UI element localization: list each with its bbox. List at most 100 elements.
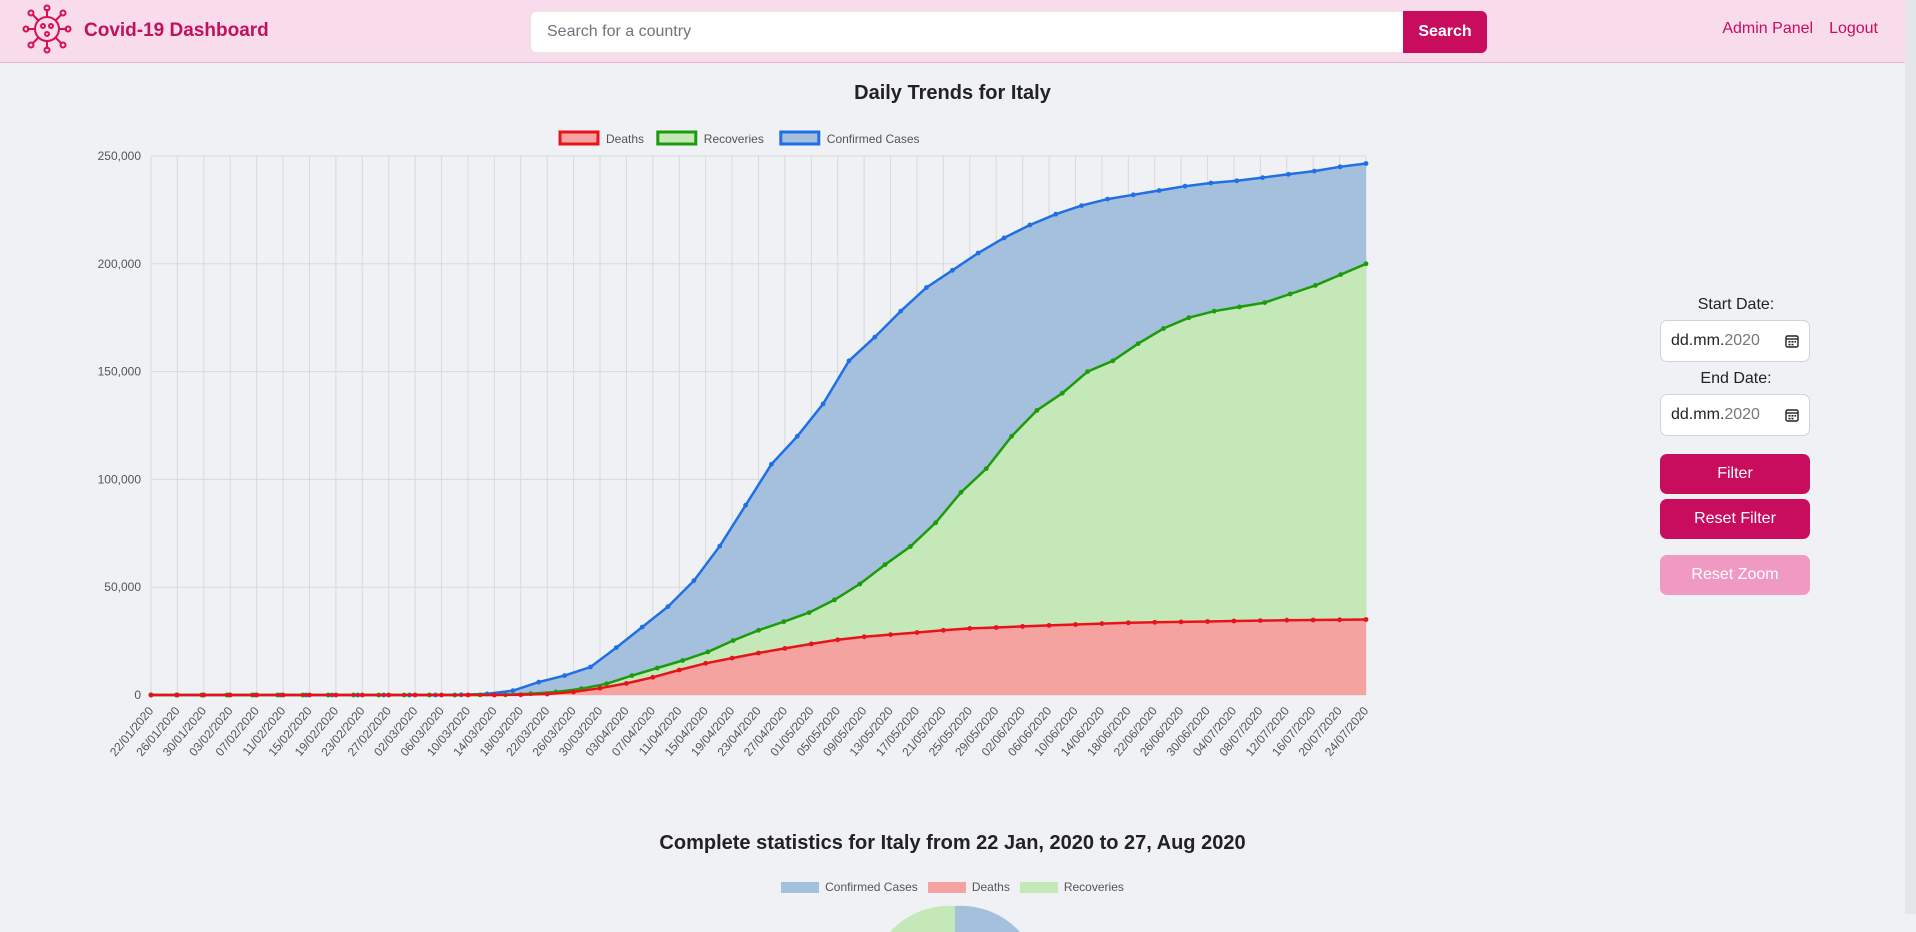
- data-point: [665, 604, 671, 609]
- pie-legend: Confirmed Cases Deaths Recoveries: [0, 880, 1905, 894]
- data-point: [924, 285, 929, 290]
- pie-chart[interactable]: [880, 902, 1030, 932]
- data-point: [835, 637, 841, 643]
- chart-legend-item[interactable]: Confirmed Cases: [779, 130, 920, 146]
- data-point: [1286, 171, 1291, 177]
- data-point: [280, 692, 286, 698]
- data-point: [794, 433, 800, 439]
- calendar-icon[interactable]: [1785, 334, 1799, 348]
- data-point: [518, 692, 524, 698]
- data-point: [983, 466, 989, 471]
- data-point: [782, 646, 788, 651]
- legend-label: Confirmed Cases: [825, 880, 918, 894]
- data-point: [536, 679, 542, 685]
- legend-label: Recoveries: [704, 132, 764, 146]
- data-point: [1110, 358, 1116, 364]
- nav-links: Admin Panel Logout: [1722, 20, 1878, 38]
- data-point: [730, 638, 736, 643]
- data-point: [510, 688, 516, 694]
- data-point: [492, 692, 497, 698]
- brand-title: Covid-19 Dashboard: [84, 20, 269, 41]
- data-point: [439, 692, 444, 698]
- data-point: [571, 689, 576, 695]
- data-point: [1053, 211, 1059, 217]
- data-point: [1260, 175, 1265, 180]
- data-point: [1262, 300, 1268, 305]
- data-point: [888, 632, 893, 637]
- data-point: [967, 626, 973, 631]
- data-point: [756, 627, 761, 633]
- legend-label: Recoveries: [1063, 880, 1124, 894]
- data-point: [857, 581, 863, 587]
- data-point: [1234, 178, 1240, 184]
- search-bar: Search: [530, 11, 1487, 53]
- data-point: [861, 634, 867, 640]
- data-point: [1059, 390, 1065, 396]
- y-tick-label: 200,000: [98, 257, 142, 271]
- pie-legend-item[interactable]: Deaths: [927, 880, 1010, 894]
- data-point: [1231, 618, 1237, 624]
- data-point: [613, 645, 619, 650]
- data-point: [465, 692, 471, 698]
- data-point: [1020, 624, 1025, 629]
- data-point: [1135, 341, 1141, 346]
- data-point: [832, 597, 837, 603]
- data-point: [908, 544, 913, 549]
- data-point: [254, 692, 260, 698]
- admin-panel-link[interactable]: Admin Panel: [1722, 20, 1813, 38]
- data-point: [148, 692, 154, 698]
- chart-legend-item[interactable]: Deaths: [558, 130, 644, 146]
- data-point: [624, 681, 629, 686]
- data-point: [872, 334, 878, 340]
- reset-zoom-button[interactable]: Reset Zoom: [1660, 555, 1810, 595]
- data-point: [1105, 196, 1110, 202]
- data-point: [941, 627, 946, 633]
- data-point: [898, 308, 904, 314]
- data-point: [676, 667, 682, 673]
- logout-link[interactable]: Logout: [1829, 20, 1878, 38]
- filter-button[interactable]: Filter: [1660, 454, 1810, 494]
- search-button[interactable]: Search: [1403, 11, 1487, 53]
- daily-trends-chart[interactable]: 050,000100,000150,000200,000250,00022/01…: [0, 118, 1400, 778]
- data-point: [1034, 408, 1040, 413]
- data-point: [781, 619, 787, 625]
- data-point: [705, 649, 711, 655]
- start-date-input[interactable]: dd.mm.2020: [1660, 320, 1810, 362]
- data-point: [1079, 203, 1084, 208]
- data-point: [680, 658, 685, 663]
- legend-swatch: [558, 130, 600, 146]
- legend-swatch: [656, 130, 698, 146]
- calendar-icon[interactable]: [1785, 408, 1799, 422]
- data-point: [1161, 326, 1166, 331]
- page-scrollbar[interactable]: [1905, 0, 1916, 914]
- brand[interactable]: Covid-19 Dashboard: [22, 4, 269, 56]
- stats-title: Complete statistics for Italy from 22 Ja…: [659, 832, 1246, 854]
- y-tick-label: 100,000: [98, 472, 142, 486]
- data-point: [729, 655, 735, 661]
- data-point: [1237, 304, 1242, 310]
- data-point: [933, 520, 939, 526]
- end-date-input[interactable]: dd.mm.2020: [1660, 394, 1810, 436]
- data-point: [1310, 617, 1316, 623]
- data-point: [1186, 315, 1192, 321]
- data-point: [1211, 308, 1217, 314]
- chart-legend-item[interactable]: Recoveries: [656, 130, 764, 146]
- search-input[interactable]: [530, 11, 1403, 53]
- data-point: [914, 630, 920, 635]
- data-point: [1338, 272, 1344, 277]
- start-date-mask: dd.mm.: [1671, 332, 1725, 349]
- data-point: [717, 543, 723, 549]
- data-point: [769, 461, 774, 467]
- data-point: [1284, 617, 1290, 623]
- data-point: [806, 610, 812, 615]
- data-point: [333, 692, 339, 698]
- data-point: [743, 502, 748, 508]
- y-tick-label: 150,000: [98, 365, 142, 379]
- start-date-year: 2020: [1724, 332, 1760, 349]
- data-point: [1363, 161, 1369, 166]
- pie-legend-item[interactable]: Recoveries: [1019, 880, 1124, 894]
- pie-legend-item[interactable]: Confirmed Cases: [781, 880, 918, 894]
- data-point: [1311, 168, 1317, 174]
- data-point: [1287, 291, 1293, 297]
- reset-filter-button[interactable]: Reset Filter: [1660, 499, 1810, 539]
